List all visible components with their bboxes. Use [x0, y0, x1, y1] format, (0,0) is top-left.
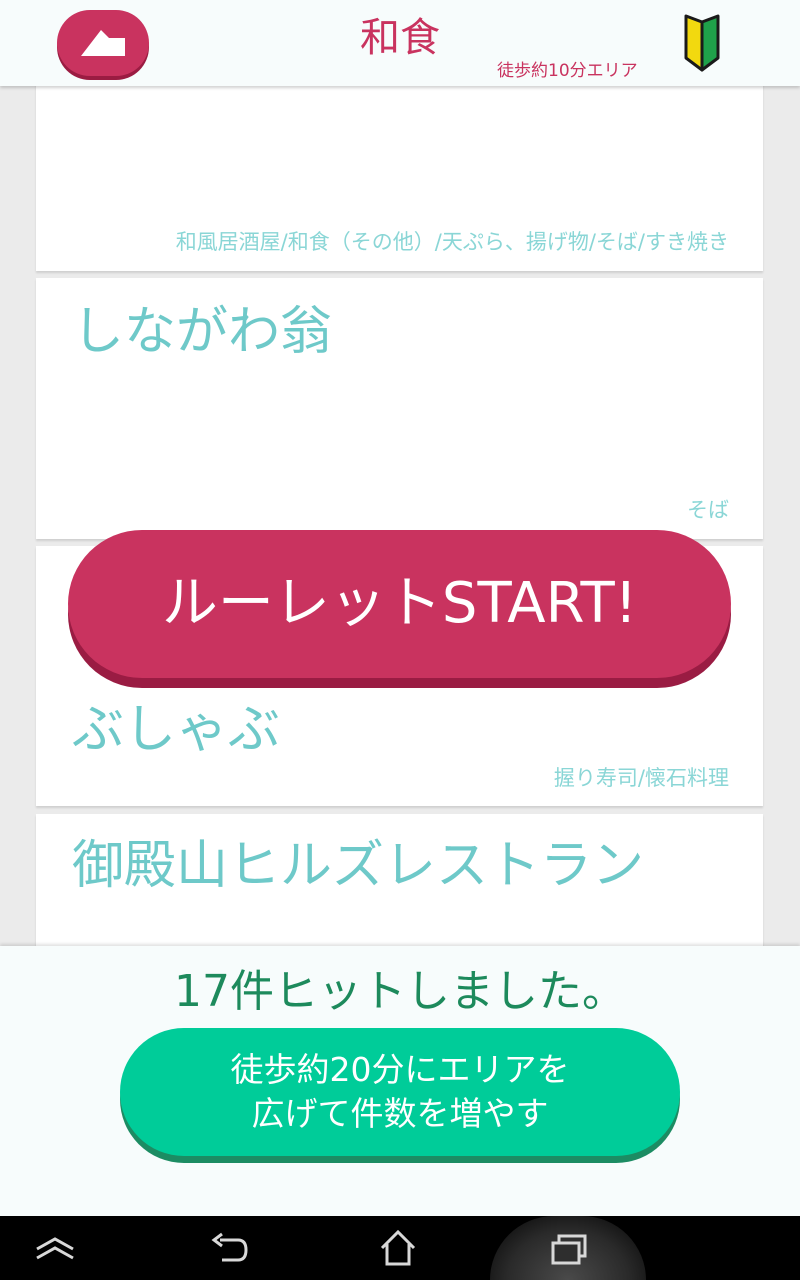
restaurant-genre: そば: [687, 498, 729, 522]
restaurant-card[interactable]: 御殿山ヒルズレストラン: [36, 814, 763, 954]
system-nav-bar: [0, 1216, 800, 1280]
expand-area-button[interactable]: 徒歩約20分にエリアを 広げて件数を増やす: [120, 1028, 680, 1156]
back-icon[interactable]: [208, 1232, 250, 1266]
expand-area-label-line1: 徒歩約20分にエリアを: [230, 1050, 570, 1089]
restaurant-card[interactable]: しながわ翁 そば: [36, 278, 763, 539]
area-label: 徒歩約10分エリア: [497, 61, 638, 81]
beginner-mark-icon[interactable]: [683, 14, 721, 72]
hit-count-text: 17件ヒットしました。: [174, 966, 626, 1017]
restaurant-name: ぶしゃぶ: [72, 700, 281, 760]
recent-apps-icon[interactable]: [550, 1234, 588, 1266]
bottom-panel: 17件ヒットしました。 徒歩約20分にエリアを 広げて件数を増やす: [0, 946, 800, 1216]
restaurant-name: 御殿山ヒルズレストラン: [72, 836, 645, 896]
restaurant-name: しながわ翁: [72, 302, 333, 362]
page-title: 和食: [360, 15, 440, 61]
restaurant-genre: 握り寿司/懐石料理: [553, 766, 729, 790]
app-header: 和食 徒歩約10分エリア: [0, 0, 800, 86]
home-up-icon[interactable]: [34, 1236, 76, 1262]
expand-area-label-line2: 広げて件数を増やす: [251, 1094, 549, 1133]
roulette-start-button[interactable]: ルーレットSTART!: [68, 530, 731, 678]
home-icon[interactable]: [378, 1228, 418, 1268]
restaurant-genre: 和風居酒屋/和食（その他）/天ぷら、揚げ物/そば/すき焼き: [175, 230, 729, 254]
